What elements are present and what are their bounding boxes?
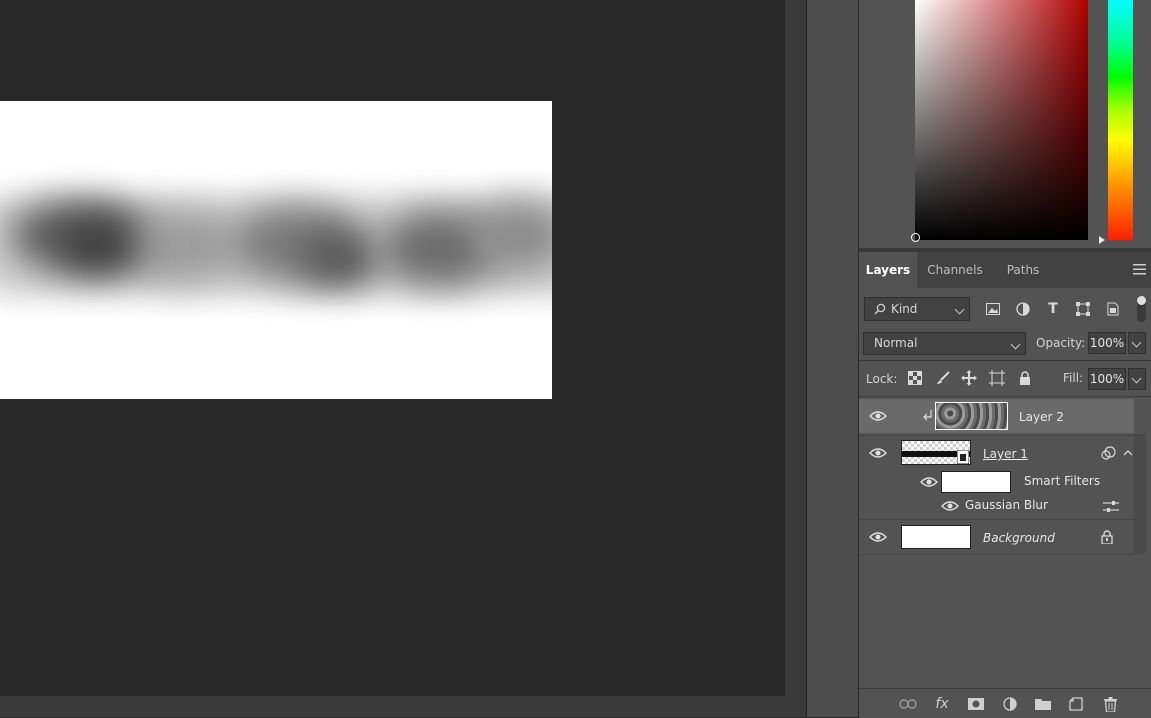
layer-name[interactable]: Layer 2 bbox=[1019, 410, 1064, 424]
layer-name[interactable]: Layer 1 bbox=[983, 447, 1028, 461]
eye-icon[interactable] bbox=[941, 500, 959, 512]
layers-scrollbar[interactable] bbox=[1134, 434, 1146, 554]
smart-object-badge-icon bbox=[957, 450, 969, 464]
opacity-input[interactable]: 100% bbox=[1088, 332, 1126, 354]
layer-thumbnail bbox=[935, 402, 1008, 430]
new-layer-icon[interactable] bbox=[1065, 693, 1087, 715]
eye-icon[interactable] bbox=[869, 410, 887, 422]
lock-image-pixels-icon[interactable] bbox=[932, 367, 954, 389]
panel-menu-icon[interactable] bbox=[1133, 264, 1146, 275]
opacity-slider-button[interactable] bbox=[1128, 332, 1146, 354]
filter-kind-label: Kind bbox=[891, 302, 918, 316]
layer-name[interactable]: Background bbox=[983, 531, 1055, 545]
color-picker-cursor[interactable] bbox=[911, 233, 920, 242]
blend-mode-label: Normal bbox=[874, 336, 918, 350]
link-layers-icon[interactable] bbox=[897, 693, 919, 715]
layers-panel-footer: fx bbox=[859, 688, 1151, 718]
tab-layers[interactable]: Layers bbox=[859, 252, 917, 288]
horizontal-scrollbar[interactable] bbox=[0, 696, 806, 717]
lock-artboard-icon[interactable] bbox=[986, 367, 1008, 389]
fill-input[interactable]: 100% bbox=[1088, 368, 1126, 390]
lock-transparent-pixels-icon[interactable] bbox=[904, 367, 926, 389]
filter-blending-options-icon[interactable] bbox=[1103, 500, 1119, 514]
fx-icon[interactable]: fx bbox=[931, 693, 953, 715]
divider bbox=[859, 360, 1151, 361]
hue-slider-handle[interactable] bbox=[1099, 236, 1105, 244]
chevron-down-icon bbox=[1131, 373, 1142, 384]
new-adjustment-layer-icon[interactable] bbox=[999, 693, 1021, 715]
smart-object-filter-icon[interactable] bbox=[1102, 298, 1124, 320]
right-panel-dock: Layers Channels Paths Kind T Normal Opac… bbox=[858, 0, 1151, 718]
clipping-mask-arrow-icon bbox=[923, 410, 932, 421]
lock-icon bbox=[1101, 530, 1113, 544]
chevron-down-icon bbox=[1131, 337, 1142, 348]
collapsed-panel-strip bbox=[806, 0, 859, 717]
lock-label: Lock: bbox=[866, 372, 898, 386]
layer-thumbnail bbox=[901, 525, 971, 549]
image-filter-icon[interactable] bbox=[982, 298, 1004, 320]
type-filter-icon[interactable]: T bbox=[1042, 298, 1064, 320]
canvas-area[interactable] bbox=[0, 0, 785, 696]
opacity-label: Opacity: bbox=[1036, 336, 1086, 350]
document-canvas[interactable] bbox=[0, 101, 552, 399]
tab-paths[interactable]: Paths bbox=[999, 252, 1047, 288]
chevron-down-icon bbox=[1010, 339, 1021, 350]
smoke-patch bbox=[60, 221, 140, 271]
tab-channels[interactable]: Channels bbox=[921, 252, 989, 288]
layer-name[interactable]: Smart Filters bbox=[1024, 474, 1100, 488]
eye-icon[interactable] bbox=[869, 531, 887, 543]
layer-row-layer-2[interactable]: Layer 2 bbox=[859, 399, 1134, 433]
adjustment-filter-icon[interactable] bbox=[1012, 298, 1034, 320]
lock-all-icon[interactable] bbox=[1014, 367, 1036, 389]
layer-name[interactable]: Gaussian Blur bbox=[965, 498, 1048, 512]
vertical-scrollbar[interactable] bbox=[785, 0, 806, 696]
smart-filter-icon[interactable] bbox=[1101, 446, 1117, 460]
filter-kind-dropdown[interactable]: Kind bbox=[864, 297, 970, 321]
layer-row-smart-filters[interactable]: Smart Filters bbox=[859, 469, 1134, 493]
layer-row-background[interactable]: Background bbox=[859, 519, 1134, 555]
eye-icon[interactable] bbox=[869, 447, 887, 459]
filter-toggle-switch[interactable] bbox=[1137, 296, 1146, 322]
add-mask-icon[interactable] bbox=[965, 693, 987, 715]
eye-icon[interactable] bbox=[920, 476, 938, 488]
layers-panel-tabs: Layers Channels Paths bbox=[859, 252, 1151, 288]
chevron-up-icon[interactable] bbox=[1123, 449, 1133, 457]
delete-layer-icon[interactable] bbox=[1099, 693, 1121, 715]
lock-position-icon[interactable] bbox=[958, 367, 980, 389]
filter-mask-thumbnail[interactable] bbox=[941, 471, 1011, 493]
search-icon bbox=[874, 303, 886, 315]
divider bbox=[859, 396, 1151, 397]
smoke-patch bbox=[300, 231, 380, 286]
blend-mode-dropdown[interactable]: Normal bbox=[863, 332, 1026, 355]
new-group-icon[interactable] bbox=[1032, 693, 1054, 715]
color-picker-field[interactable] bbox=[911, 0, 1088, 242]
layer-row-gaussian-blur[interactable]: Gaussian Blur bbox=[859, 494, 1134, 518]
shape-filter-icon[interactable] bbox=[1072, 298, 1094, 320]
layer-row-layer-1[interactable]: Layer 1 bbox=[859, 435, 1134, 470]
fill-slider-button[interactable] bbox=[1128, 368, 1146, 390]
layer-thumbnail bbox=[901, 440, 971, 465]
fill-label: Fill: bbox=[1063, 371, 1084, 385]
hue-slider[interactable] bbox=[1108, 0, 1133, 240]
chevron-down-icon bbox=[954, 304, 965, 315]
